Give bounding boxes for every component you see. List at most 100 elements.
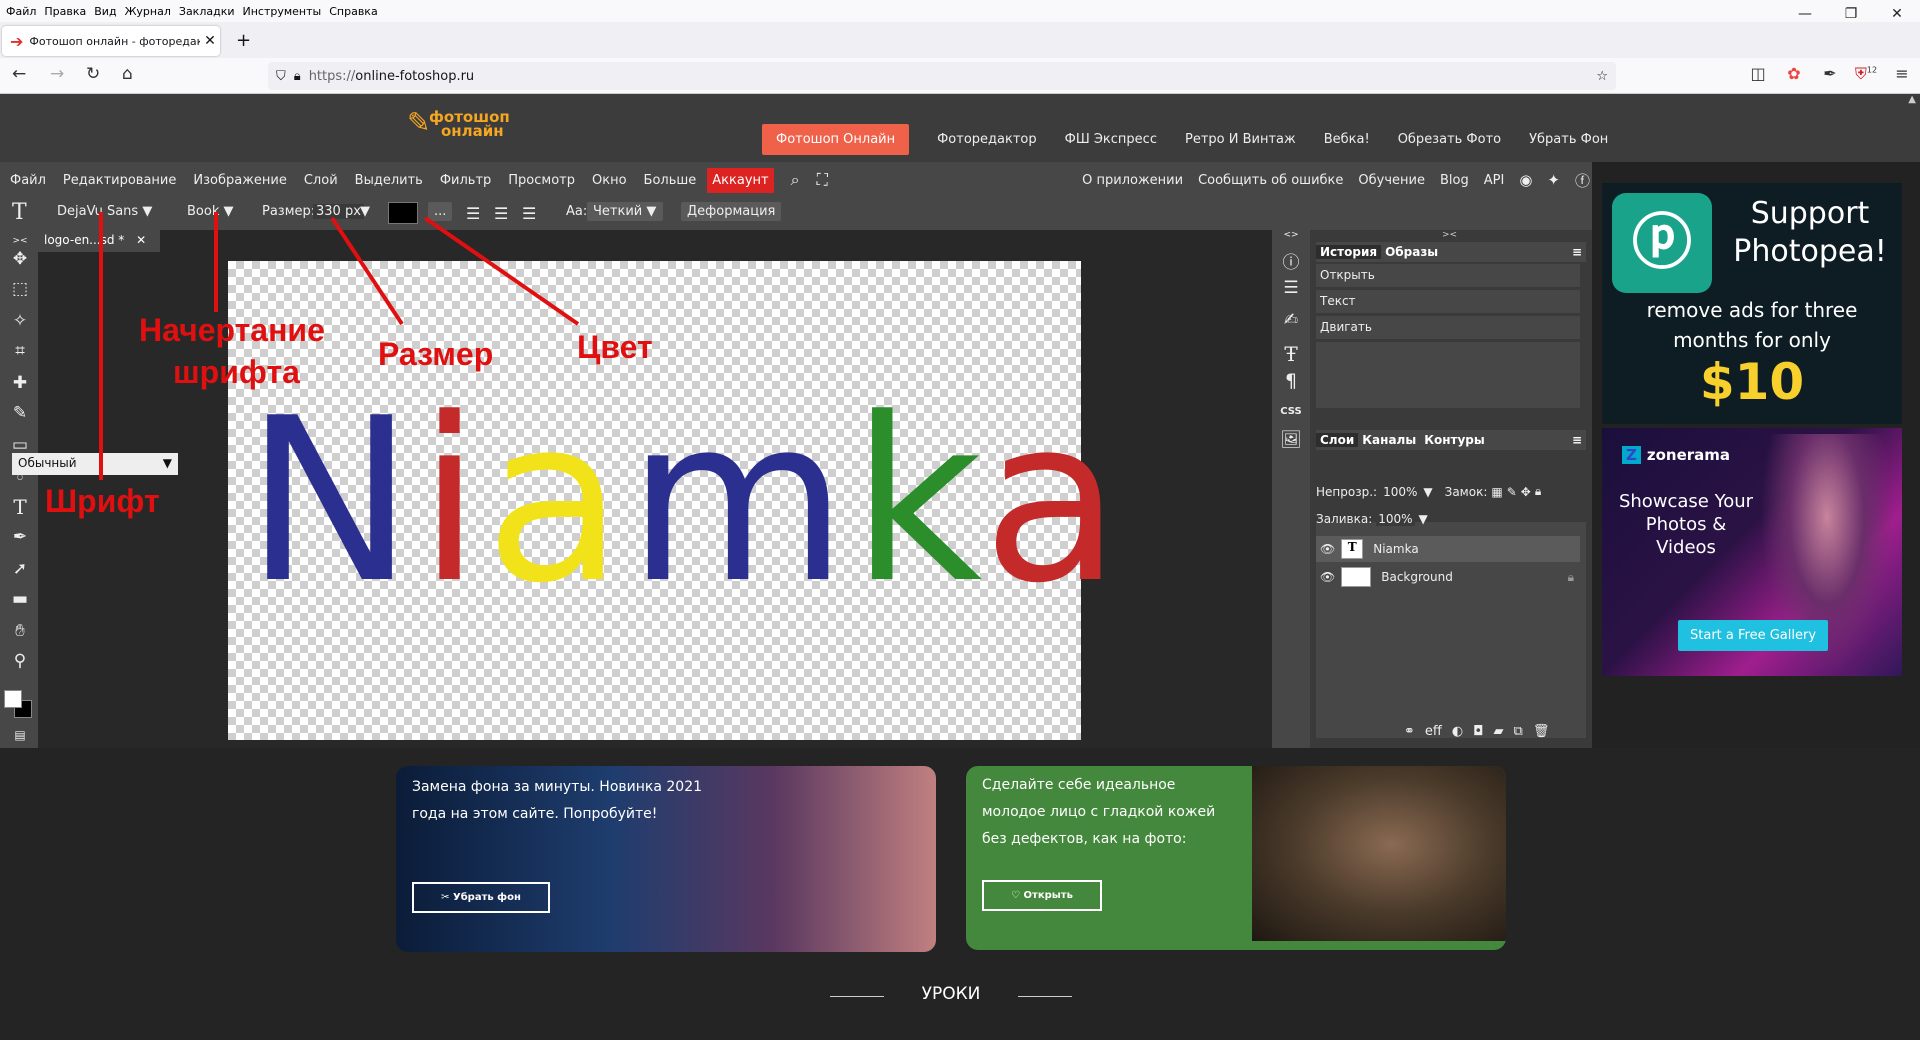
mask-icon[interactable]: ◘ [1473,724,1483,739]
color-more-button[interactable]: ... [428,202,453,221]
adjustments-icon[interactable]: ☰ [1280,278,1302,298]
align-right-icon[interactable]: ☰ [522,204,536,223]
align-center-icon[interactable]: ☰ [494,204,508,223]
font-family-select[interactable]: DejaVu Sans ▼ [57,204,152,219]
layer-row-background[interactable]: 👁︎ Background 🔒︎ [1316,564,1580,590]
link-about[interactable]: О приложении [1082,173,1183,188]
url-bar[interactable]: ⛉ 🔒︎ https:// online-fotoshop.ru ☆ [268,62,1616,90]
close-document-icon[interactable]: ✕ [136,233,146,247]
browser-menu-history[interactable]: Журнал [125,5,171,18]
photopea-ad[interactable]: ⓟ Support Photopea! remove ads for three… [1602,183,1902,424]
site-nav-photoeditor[interactable]: Фоторедактор [937,132,1037,147]
text-color-swatch[interactable] [388,202,418,224]
effects-button[interactable]: eff [1425,724,1442,739]
move-tool-icon[interactable]: ✥ [9,248,31,270]
visibility-eye-icon[interactable]: 👁︎ [1320,570,1335,584]
facebook-icon[interactable]: ⓕ [1575,170,1590,191]
tab-paths[interactable]: Контуры [1420,433,1489,447]
twitter-icon[interactable]: ✦ [1547,171,1560,189]
app-menu-layer[interactable]: Слой [304,173,338,188]
pocket-icon[interactable]: ◫ [1740,64,1776,84]
canvas-text-layer[interactable]: Niamka [245,389,1125,615]
search-icon[interactable]: ⌕ [791,170,800,190]
site-nav-webcam[interactable]: Вебка! [1324,132,1370,147]
layer-lock-icon[interactable]: 🔒︎ [1568,570,1574,585]
layer-row-niamka[interactable]: 👁︎ T Niamka [1316,536,1580,562]
tab-samples[interactable]: Образы [1381,245,1442,259]
link-report-bug[interactable]: Сообщить об ошибке [1198,173,1343,188]
bookmark-star-icon[interactable]: ☆ [1596,69,1608,84]
font-style-select[interactable]: Book ▼ [187,204,233,219]
reload-icon[interactable]: ↻ [86,64,100,84]
site-nav-retro[interactable]: Ретро И Винтаж [1185,132,1296,147]
app-menu-icon[interactable]: ≡ [1884,64,1920,84]
brush-settings-icon[interactable]: ✍ [1280,310,1302,330]
browser-menu-view[interactable]: Вид [94,5,116,18]
lock-position-icon[interactable]: ✥ [1521,485,1531,499]
app-menu-more[interactable]: Больше [644,173,697,188]
history-menu-icon[interactable]: ≡ [1568,245,1586,259]
zonerama-ad[interactable]: Zzonerama Showcase Your Photos & Videos … [1602,428,1902,676]
panel-expand-icon[interactable]: <> [1280,230,1302,240]
link-blog[interactable]: Blog [1440,173,1469,188]
shield-icon[interactable]: ⛉ [276,69,286,84]
open-button[interactable]: ♡ Открыть [982,880,1102,911]
font-size-input[interactable]: 330 px [313,204,364,219]
image-icon[interactable]: 🖼︎ [1280,430,1302,450]
lock-all-icon[interactable]: 🔒︎ [1535,484,1541,499]
tab-layers[interactable]: Слои [1316,433,1359,447]
scroll-up-icon[interactable]: ▲ [1908,94,1916,105]
site-nav-crop[interactable]: Обрезать Фото [1398,132,1501,147]
font-size-dropdown-icon[interactable]: ▼ [360,204,370,219]
site-logo[interactable]: ✎ фотошоп онлайн [407,106,510,146]
info-icon[interactable]: ⓘ [1280,248,1302,273]
type-tool-icon[interactable]: T [12,200,27,225]
document-tab[interactable]: logo-en...sd * ✕ [38,230,160,252]
extension-badge-icon[interactable]: ⛨12 [1848,64,1884,84]
folder-icon[interactable]: ▰ [1494,724,1504,739]
pen-tool-icon[interactable]: ✒ [9,526,31,548]
reddit-icon[interactable]: ◉ [1519,171,1532,189]
quick-mask-icon[interactable]: ▤ [9,724,31,746]
hand-tool-icon[interactable]: ✋︎ [9,620,31,642]
app-menu-view[interactable]: Просмотр [508,173,575,188]
fill-dropdown-icon[interactable]: ▼ [1419,512,1428,526]
character-icon[interactable]: Ŧ [1280,342,1302,366]
fullscreen-icon[interactable]: ⛶ [817,170,828,190]
app-menu-edit[interactable]: Редактирование [63,173,176,188]
app-menu-select[interactable]: Выделить [355,173,423,188]
css-icon[interactable]: CSS [1280,406,1302,417]
browser-menu-edit[interactable]: Правка [44,5,86,18]
magic-wand-icon[interactable]: ✧ [9,310,31,332]
tab-history[interactable]: История [1316,245,1382,259]
healing-tool-icon[interactable]: ✚ [9,372,31,394]
link-layers-icon[interactable]: ⚭ [1404,724,1415,739]
layers-menu-icon[interactable]: ≡ [1568,433,1586,447]
app-menu-image[interactable]: Изображение [193,173,286,188]
account-button[interactable]: Аккаунт [707,167,774,193]
paragraph-icon[interactable]: ¶ [1280,370,1302,392]
new-layer-icon[interactable]: ⧉ [1514,724,1523,739]
lock-transparency-icon[interactable]: ▦ [1491,485,1502,499]
path-select-icon[interactable]: ➚ [9,558,31,580]
site-nav-express[interactable]: ФШ Экспресс [1065,132,1157,147]
type-tool-side-icon[interactable]: T [9,496,31,518]
browser-tab[interactable]: ➔ Фотошоп онлайн - фоторедак ✕ [2,26,220,56]
delete-layer-icon[interactable]: 🗑︎ [1533,724,1550,739]
lock-paint-icon[interactable]: ✎ [1507,485,1517,499]
close-tab-icon[interactable]: ✕ [200,33,220,49]
zoom-tool-icon[interactable]: ⚲ [9,650,31,672]
app-menu-window[interactable]: Окно [592,173,627,188]
color-wheel-icon[interactable]: ✿ [1776,64,1812,84]
forward-icon[interactable]: → [50,64,64,84]
home-icon[interactable]: ⌂ [122,64,133,84]
opacity-input[interactable]: 100% [1381,484,1420,499]
tab-channels[interactable]: Каналы [1358,433,1420,447]
link-learn[interactable]: Обучение [1358,173,1425,188]
app-menu-filter[interactable]: Фильтр [440,173,491,188]
eyedropper-icon[interactable]: ✒ [1812,64,1848,84]
brush-tool-icon[interactable]: ✎ [9,402,31,424]
promo-remove-bg[interactable]: Замена фона за минуты. Новинка 2021 года… [396,766,936,952]
history-item[interactable]: Открыть [1316,264,1580,288]
remove-bg-button[interactable]: ✂ Убрать фон [412,882,550,913]
